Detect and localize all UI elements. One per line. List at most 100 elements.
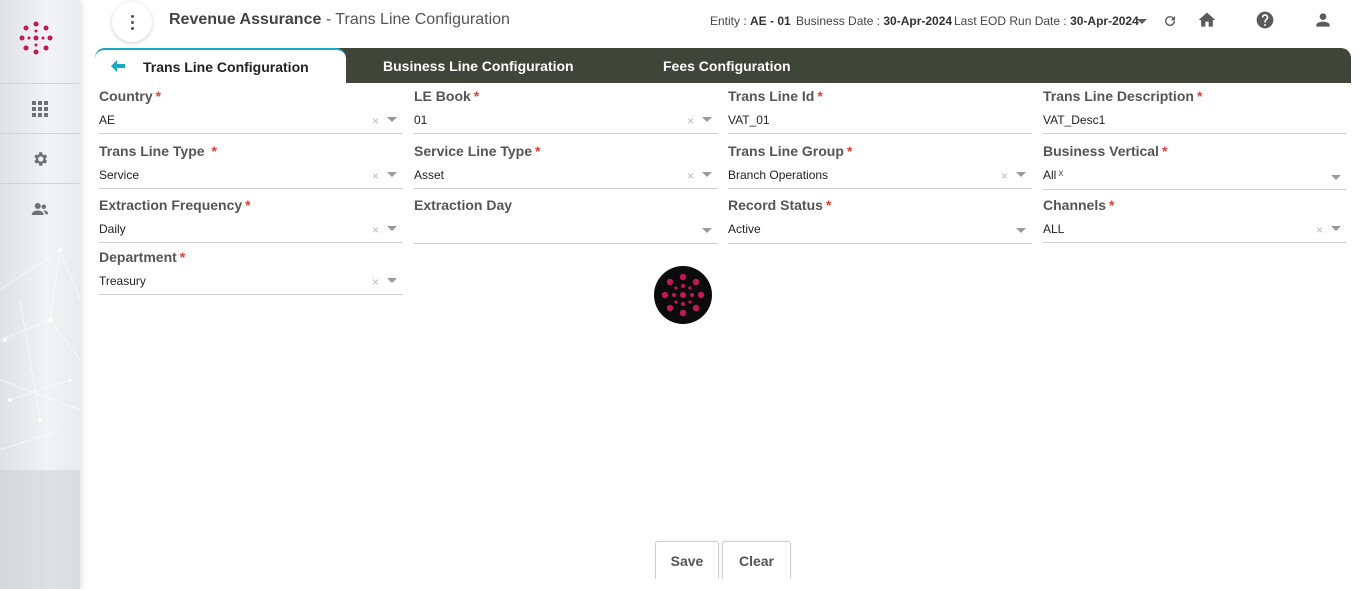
- trans-line-id-input[interactable]: VAT_01: [728, 112, 1032, 134]
- trans-line-group-field: Trans Line Group * Branch Operations ×: [728, 143, 1032, 189]
- country-field: Country * AE ×: [99, 88, 403, 134]
- clear-icon[interactable]: ×: [1316, 223, 1323, 237]
- clear-icon[interactable]: ×: [372, 223, 379, 237]
- sidebar-item-users[interactable]: [0, 183, 80, 233]
- apps-grid-icon: [32, 100, 48, 117]
- trans-line-group-select[interactable]: Branch Operations ×: [728, 167, 1032, 189]
- sidebar: [0, 0, 80, 589]
- tab-bar: Trans Line Configuration Business Line C…: [95, 48, 1351, 83]
- clear-button[interactable]: Clear: [722, 541, 791, 579]
- channels-value: ALL: [1043, 222, 1065, 236]
- tab-business-line-configuration[interactable]: Business Line Configuration: [383, 48, 574, 83]
- page-name: - Trans Line Configuration: [321, 11, 510, 28]
- record-status-select[interactable]: Active: [728, 221, 1032, 244]
- chevron-down-icon[interactable]: [1331, 226, 1341, 231]
- record-status-label: Record Status *: [728, 197, 832, 213]
- trans-line-id-field: Trans Line Id * VAT_01: [728, 88, 1032, 134]
- required-marker: *: [535, 143, 541, 159]
- extraction-frequency-field: Extraction Frequency * Daily ×: [99, 197, 403, 243]
- users-icon: [31, 202, 49, 215]
- back-arrow-icon: [111, 60, 125, 72]
- extraction-day-select[interactable]: [414, 221, 718, 244]
- chip-remove-icon[interactable]: x: [1058, 168, 1063, 179]
- le-book-select[interactable]: 01 ×: [414, 112, 718, 134]
- loading-spinner: [646, 264, 720, 326]
- extraction-frequency-value: Daily: [99, 222, 126, 236]
- entity-dropdown-button[interactable]: [1132, 11, 1152, 31]
- trans-line-group-label: Trans Line Group *: [728, 143, 853, 159]
- clear-icon[interactable]: ×: [1001, 169, 1008, 183]
- trans-line-type-field: Trans Line Type * Service ×: [99, 143, 403, 189]
- required-marker: *: [1196, 88, 1203, 104]
- country-label: Country *: [99, 88, 162, 104]
- chevron-down-icon[interactable]: [1016, 228, 1026, 233]
- trans-line-group-value: Branch Operations: [728, 168, 829, 182]
- clear-icon[interactable]: ×: [372, 275, 379, 289]
- service-line-type-label: Service Line Type *: [414, 143, 541, 159]
- refresh-button[interactable]: [1160, 11, 1180, 31]
- department-field: Department * Treasury ×: [99, 249, 403, 295]
- service-line-type-select[interactable]: Asset ×: [414, 167, 718, 189]
- required-marker: *: [473, 88, 480, 104]
- le-book-field: LE Book * 01 ×: [414, 88, 718, 134]
- trans-line-type-select[interactable]: Service ×: [99, 167, 403, 189]
- save-button[interactable]: Save: [655, 541, 719, 579]
- page-title: Revenue Assurance - Trans Line Configura…: [169, 11, 510, 29]
- channels-select[interactable]: ALL ×: [1043, 221, 1347, 243]
- chevron-down-icon[interactable]: [387, 278, 397, 283]
- back-arrow-button[interactable]: [111, 59, 125, 73]
- entity-label: Entity :: [710, 14, 751, 28]
- tab-trans-line-configuration[interactable]: Trans Line Configuration: [95, 48, 346, 83]
- eod-date-info: Last EOD Run Date : 30-Apr-2024: [954, 14, 1139, 28]
- brand-logo-icon: [654, 266, 712, 324]
- business-date-value: 30-Apr-2024: [883, 14, 953, 28]
- sidebar-item-settings[interactable]: [0, 133, 80, 183]
- chevron-down-icon[interactable]: [387, 226, 397, 231]
- app-name: Revenue Assurance: [169, 11, 322, 28]
- trans-line-type-label: Trans Line Type *: [99, 143, 217, 159]
- required-marker: *: [1109, 197, 1115, 213]
- chevron-down-icon[interactable]: [702, 172, 712, 177]
- chevron-down-icon[interactable]: [702, 228, 712, 233]
- trans-line-description-field: Trans Line Description * VAT_Desc1: [1043, 88, 1347, 134]
- clear-icon[interactable]: ×: [372, 114, 379, 128]
- eod-date-label: Last EOD Run Date :: [954, 14, 1071, 28]
- trans-line-description-value: VAT_Desc1: [1043, 113, 1106, 127]
- le-book-label: LE Book *: [414, 88, 480, 104]
- business-date-info: Business Date : 30-Apr-2024: [796, 14, 952, 28]
- le-book-value: 01: [414, 113, 428, 127]
- business-vertical-chip: All x: [1043, 168, 1063, 182]
- chevron-down-icon[interactable]: [387, 117, 397, 122]
- chevron-down-icon[interactable]: [1331, 175, 1341, 180]
- tab-label: Trans Line Configuration: [143, 58, 309, 75]
- chevron-down-icon[interactable]: [1016, 172, 1026, 177]
- user-profile-button[interactable]: [1313, 10, 1333, 30]
- country-select[interactable]: AE ×: [99, 112, 403, 134]
- trans-line-description-input[interactable]: VAT_Desc1: [1043, 112, 1347, 134]
- home-button[interactable]: [1197, 10, 1217, 30]
- clear-icon[interactable]: ×: [687, 169, 694, 183]
- clear-icon[interactable]: ×: [687, 114, 694, 128]
- tab-label: Fees Configuration: [663, 57, 791, 74]
- gear-icon: [34, 151, 48, 166]
- service-line-type-value: Asset: [414, 168, 445, 182]
- business-date-label: Business Date :: [796, 14, 884, 28]
- sidebar-item-apps[interactable]: [0, 83, 80, 133]
- help-button[interactable]: [1255, 10, 1275, 30]
- clear-icon[interactable]: ×: [372, 169, 379, 183]
- record-status-value: Active: [728, 222, 761, 236]
- extraction-day-field: Extraction Day: [414, 197, 718, 244]
- department-select[interactable]: Treasury ×: [99, 273, 403, 295]
- refresh-icon: [1165, 16, 1176, 27]
- tab-fees-configuration[interactable]: Fees Configuration: [663, 48, 791, 83]
- trans-line-id-value: VAT_01: [728, 113, 770, 127]
- required-marker: *: [245, 197, 251, 213]
- chevron-down-icon[interactable]: [387, 172, 397, 177]
- country-value: AE: [99, 113, 116, 127]
- required-marker: *: [179, 249, 186, 265]
- menu-kebab-button[interactable]: [112, 2, 152, 42]
- chevron-down-icon[interactable]: [702, 117, 712, 122]
- extraction-frequency-select[interactable]: Daily ×: [99, 221, 403, 243]
- business-vertical-multiselect[interactable]: All x: [1043, 167, 1347, 190]
- required-marker: *: [817, 88, 823, 104]
